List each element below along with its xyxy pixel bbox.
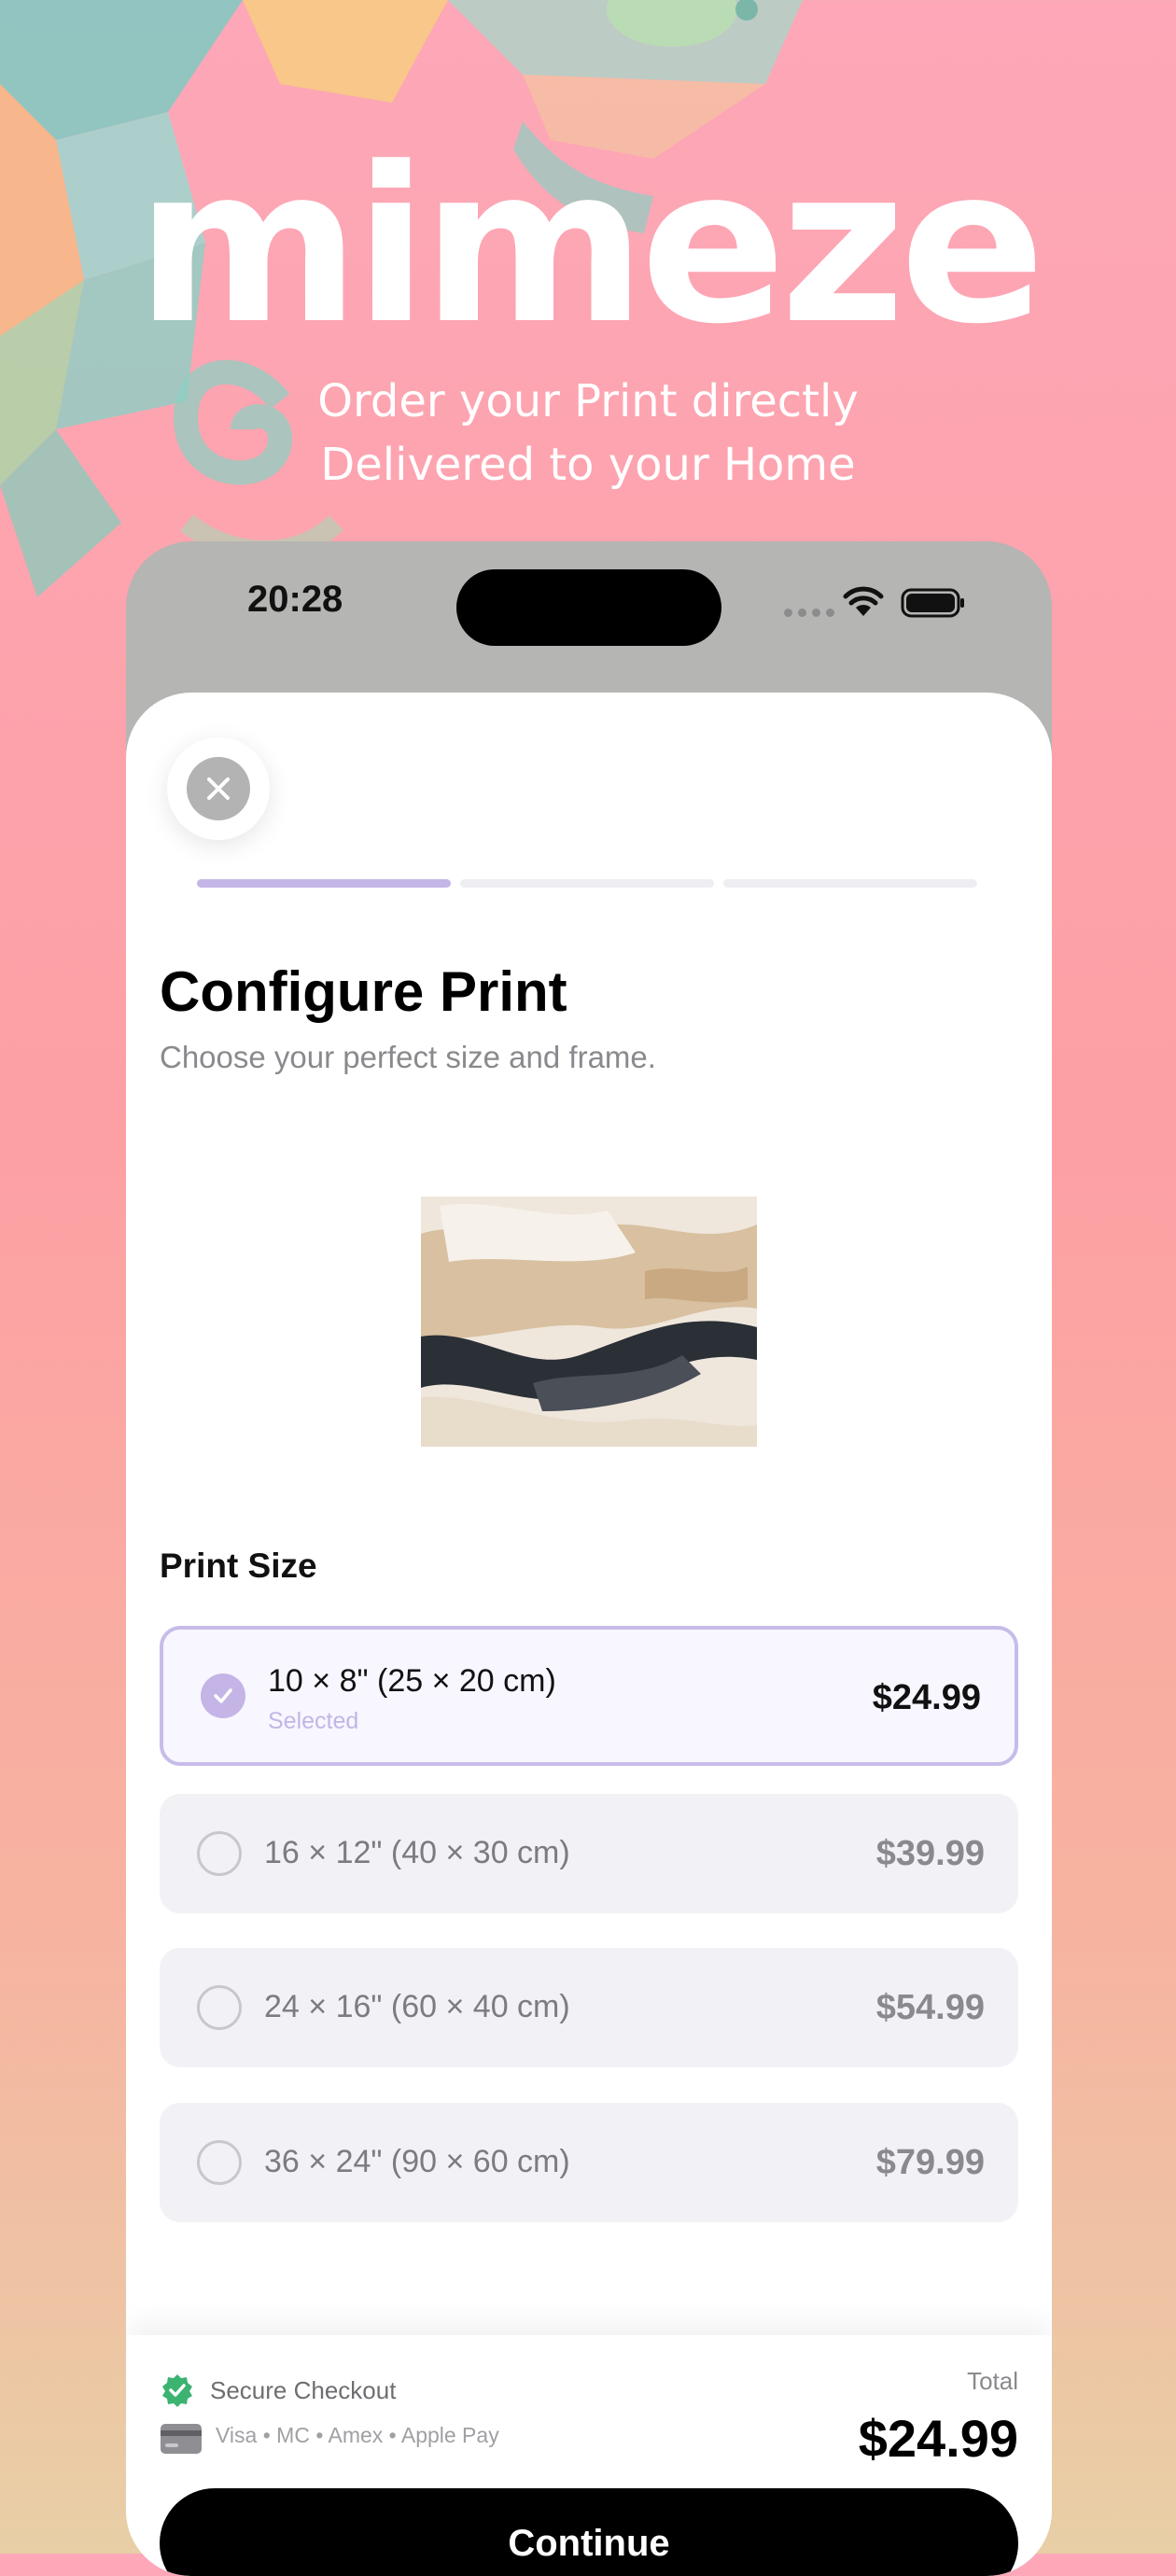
close-button[interactable] (167, 737, 270, 840)
wifi-icon (843, 586, 884, 616)
page-subtitle: Choose your perfect size and frame. (160, 1040, 656, 1074)
radio-unchecked (197, 2140, 242, 2185)
radio-unchecked (197, 1985, 242, 2030)
status-time: 20:28 (247, 579, 343, 620)
dynamic-island (456, 569, 721, 646)
page-title: Configure Print (160, 960, 567, 1023)
size-option-label: 36 × 24" (90 × 60 cm) (264, 2144, 570, 2179)
verified-badge-icon (162, 2374, 192, 2407)
total-value: $24.99 (858, 2409, 1018, 2468)
radio-unchecked (197, 1831, 242, 1876)
size-option-price: $79.99 (875, 2143, 985, 2182)
size-option-sublabel: Selected (268, 1708, 359, 1734)
print-preview-image (421, 1197, 757, 1447)
battery-icon (901, 588, 964, 618)
step-progress (197, 879, 977, 888)
close-icon (207, 777, 230, 800)
tagline-line-1: Order your Print directly (317, 375, 859, 427)
size-option-label: 16 × 12" (40 × 30 cm) (264, 1835, 570, 1870)
tagline-line-2: Delivered to your Home (320, 439, 856, 491)
total-label: Total (967, 2367, 1018, 2395)
size-option-price: $24.99 (872, 1678, 981, 1717)
payment-methods: Visa • MC • Amex • Apple Pay (216, 2423, 499, 2447)
credit-card-icon (161, 2424, 202, 2454)
size-option-16x12[interactable]: 16 × 12" (40 × 30 cm) $39.99 (160, 1794, 1018, 1913)
size-option-price: $39.99 (875, 1834, 985, 1873)
checkout-footer: Secure Checkout Visa • MC • Amex • Apple… (126, 2335, 1052, 2576)
signal-icon (784, 609, 834, 617)
size-option-label: 24 × 16" (60 × 40 cm) (264, 1989, 570, 2024)
configure-sheet: Configure Print Choose your perfect size… (126, 693, 1052, 2576)
brand-logo: mimeze (135, 122, 1045, 371)
progress-step-3 (723, 879, 977, 888)
size-option-36x24[interactable]: 36 × 24" (90 × 60 cm) $79.99 (160, 2103, 1018, 2222)
progress-step-1 (197, 879, 451, 888)
secure-checkout-label: Secure Checkout (210, 2376, 397, 2404)
size-option-label: 10 × 8" (25 × 20 cm) (268, 1663, 556, 1699)
phone-mockup: 20:28 Configure Print Choose your perfec… (126, 541, 1052, 2576)
size-option-24x16[interactable]: 24 × 16" (60 × 40 cm) $54.99 (160, 1948, 1018, 2067)
size-option-price: $54.99 (875, 1988, 985, 2027)
radio-checked (201, 1673, 245, 1718)
size-option-10x8[interactable]: 10 × 8" (25 × 20 cm) Selected $24.99 (160, 1626, 1018, 1766)
checkmark-icon (214, 1688, 232, 1703)
print-size-label: Print Size (160, 1547, 317, 1585)
progress-step-2 (460, 879, 714, 888)
continue-button[interactable]: Continue (160, 2488, 1018, 2576)
